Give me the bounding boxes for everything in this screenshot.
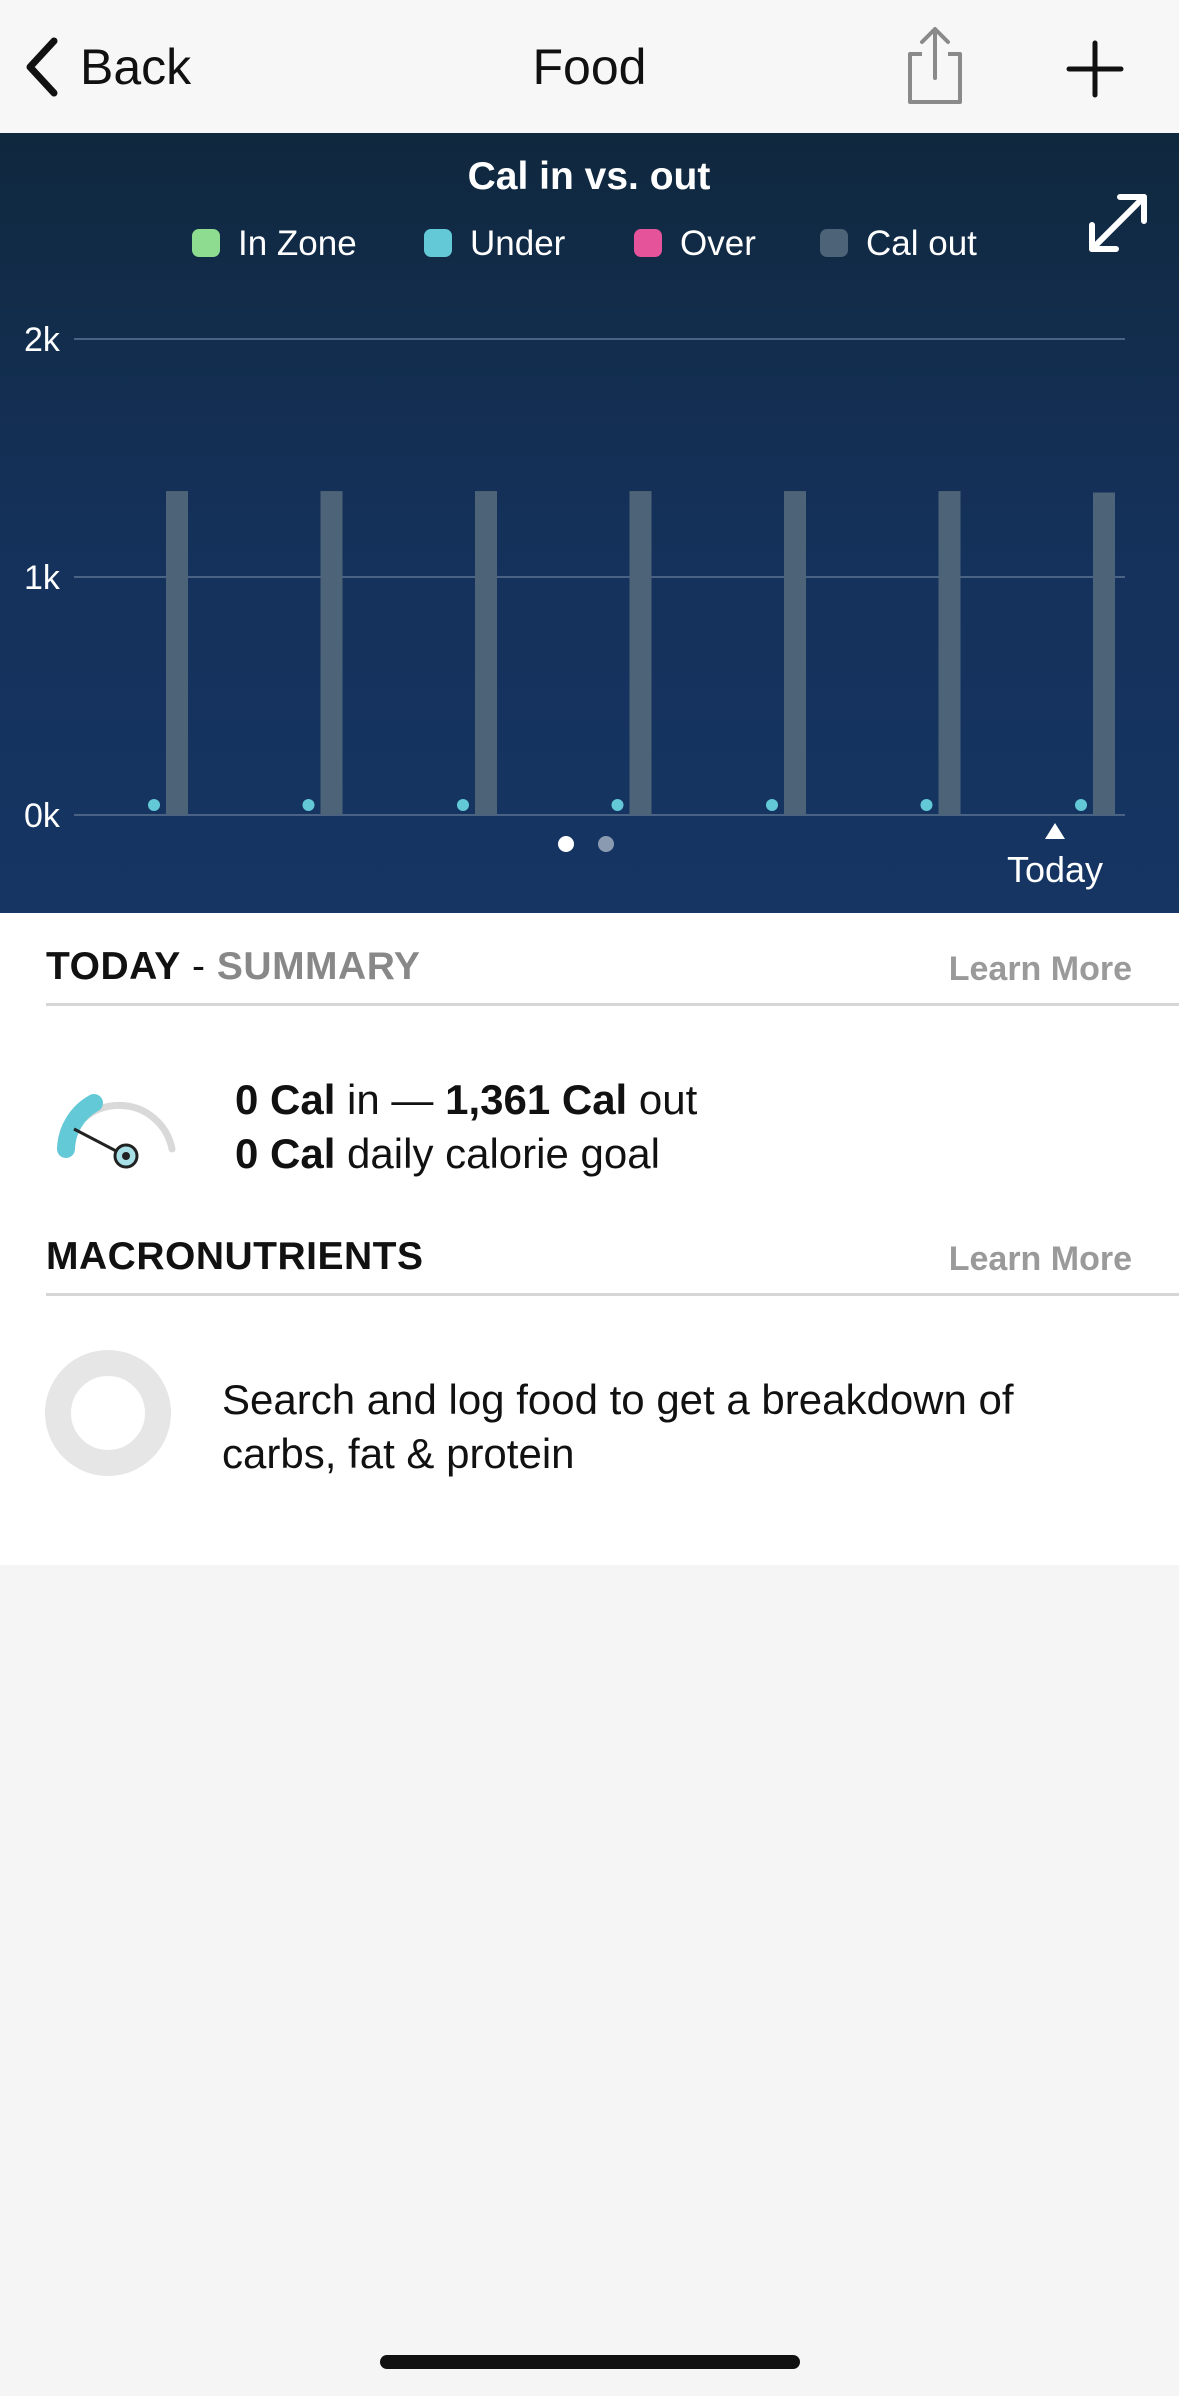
home-indicator[interactable] bbox=[380, 2355, 800, 2369]
macronutrients-learn-more-link[interactable]: Learn More bbox=[949, 1240, 1132, 1279]
summary-title: TODAY - SUMMARY bbox=[46, 945, 420, 989]
chart-grid bbox=[74, 338, 1125, 816]
cal-out-value: 1,361 Cal bbox=[445, 1076, 628, 1123]
back-button[interactable]: Back bbox=[22, 32, 191, 102]
today-label: Today bbox=[1006, 849, 1104, 890]
bars bbox=[166, 491, 1115, 815]
legend-swatch-2 bbox=[634, 229, 662, 257]
calorie-gauge-icon bbox=[57, 1094, 176, 1169]
summary-title-main: TODAY bbox=[46, 945, 181, 988]
summary-text: 0 Cal in — 1,361 Cal out 0 Cal daily cal… bbox=[235, 1073, 697, 1181]
macronutrients-message: Search and log food to get a breakdown o… bbox=[222, 1376, 1014, 1477]
out-word: out bbox=[627, 1076, 698, 1123]
legend-swatch-3 bbox=[820, 229, 848, 257]
macronutrients-title: MACRONUTRIENTS bbox=[46, 1235, 424, 1278]
summary-learn-more-link[interactable]: Learn More bbox=[949, 950, 1132, 989]
content-card: TODAY - SUMMARY Learn More 0 Cal in — 1,… bbox=[0, 913, 1179, 1565]
cal-in-point-5[interactable] bbox=[766, 799, 778, 811]
add-button[interactable] bbox=[1066, 40, 1124, 98]
macro-donut-icon bbox=[45, 1350, 171, 1476]
legend-swatch-0 bbox=[192, 229, 220, 257]
legend-label-1: Under bbox=[470, 224, 566, 263]
cal-out-bar-5[interactable] bbox=[784, 491, 806, 815]
cal-in-point-6[interactable] bbox=[920, 799, 933, 811]
macronutrients-row[interactable]: Search and log food to get a breakdown o… bbox=[44, 1349, 1144, 1489]
back-label: Back bbox=[80, 39, 192, 95]
legend-label-2: Over bbox=[680, 224, 756, 263]
chart-panel[interactable]: Cal in vs. out In Zone Under Over Cal out 2… bbox=[0, 133, 1179, 913]
y-tick-label-2: 0k bbox=[24, 797, 61, 835]
summary-row[interactable]: 0 Cal in — 1,361 Cal out 0 Cal daily cal… bbox=[46, 1063, 1136, 1193]
y-tick-label-1: 1k bbox=[24, 559, 61, 597]
page-dot-1[interactable] bbox=[558, 836, 574, 852]
today-marker: Today bbox=[990, 823, 1120, 891]
cal-in-point-2[interactable] bbox=[302, 799, 315, 811]
goal-text: daily calorie goal bbox=[335, 1130, 660, 1177]
summary-title-separator: - bbox=[180, 945, 217, 988]
expand-icon bbox=[1089, 194, 1147, 252]
goal-line: 0 Cal daily calorie goal bbox=[235, 1127, 697, 1181]
page-title: Food bbox=[532, 39, 647, 95]
page-dot-2[interactable] bbox=[598, 836, 614, 852]
cal-out-bar-2[interactable] bbox=[320, 491, 343, 815]
plus-icon bbox=[1066, 40, 1124, 98]
cal-in-value: 0 Cal bbox=[235, 1076, 336, 1123]
page-indicator bbox=[558, 836, 614, 852]
chart-title: Cal in vs. out bbox=[468, 155, 711, 198]
goal-value: 0 Cal bbox=[235, 1130, 336, 1177]
legend-swatch-1 bbox=[424, 229, 452, 257]
cal-out-bar-6[interactable] bbox=[938, 491, 961, 815]
today-triangle-icon bbox=[1045, 823, 1065, 839]
y-axis: 2k 1k 0k bbox=[24, 321, 61, 835]
legend-label-3: Cal out bbox=[866, 224, 977, 263]
cal-in-point-1[interactable] bbox=[148, 799, 160, 811]
summary-title-sub: SUMMARY bbox=[216, 945, 421, 988]
cal-out-bar-3[interactable] bbox=[475, 491, 497, 815]
cal-in-point-7[interactable] bbox=[1075, 799, 1087, 811]
chevron-left-icon bbox=[26, 37, 58, 97]
chart-legend: In Zone Under Over Cal out bbox=[192, 224, 977, 263]
cal-in-vs-out-chart: Cal in vs. out In Zone Under Over Cal out 2… bbox=[24, 155, 1125, 835]
cal-in-point-4[interactable] bbox=[611, 799, 624, 811]
cal-in-point-3[interactable] bbox=[457, 799, 469, 811]
share-icon bbox=[908, 27, 962, 104]
y-tick-label-0: 2k bbox=[24, 321, 61, 359]
cal-in-out-line: 0 Cal in — 1,361 Cal out bbox=[235, 1073, 697, 1127]
cal-out-bar-7[interactable] bbox=[1093, 492, 1115, 815]
nav-bar: Back Food bbox=[0, 0, 1179, 133]
share-button[interactable] bbox=[900, 24, 970, 106]
cal-out-bar-4[interactable] bbox=[629, 491, 652, 815]
summary-header: TODAY - SUMMARY Learn More bbox=[46, 933, 1179, 1006]
in-word: in — bbox=[335, 1076, 446, 1123]
legend-label-0: In Zone bbox=[238, 224, 357, 263]
cal-out-bar-1[interactable] bbox=[166, 491, 188, 815]
macronutrients-header: MACRONUTRIENTS Learn More bbox=[46, 1223, 1179, 1296]
expand-button[interactable] bbox=[1084, 189, 1152, 257]
